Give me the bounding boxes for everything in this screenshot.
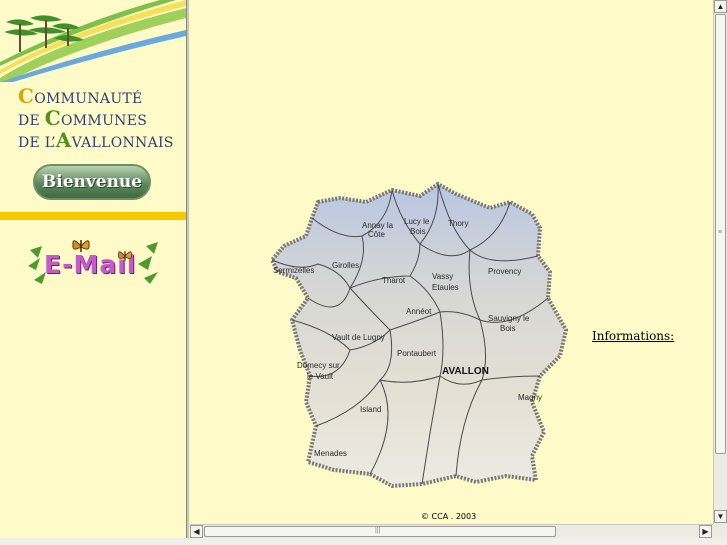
map-label-island: Island [360, 405, 381, 414]
arrow-up-icon[interactable]: ▲ [714, 0, 727, 13]
arrow-down-icon[interactable]: ▼ [714, 510, 727, 523]
sidebar: COMMUNAUTÉ DE COMMUNES DE L’AVALLONNAIS … [0, 0, 186, 545]
map-label-sauvigny-2: Bois [500, 324, 516, 333]
map-label-vault: Vault de Lugny [332, 333, 385, 342]
map-label-tharot: Tharot [382, 276, 406, 285]
map-label-vassy-2: Etaules [432, 283, 459, 292]
brand-line-1: COMMUNAUTÉ [18, 84, 143, 108]
trees-logo [0, 0, 186, 82]
map-label-thory: Thory [448, 219, 468, 228]
map-label-vassy: Vassy [432, 272, 453, 281]
map-label-pontaubert: Pontaubert [397, 349, 437, 358]
communes-map[interactable]: Annay la Côte Lucy le Bois Thory Sermize… [270, 180, 585, 495]
main-frame: Annay la Côte Lucy le Bois Thory Sermize… [190, 0, 713, 524]
butterfly-icon [118, 251, 132, 261]
informations-link[interactable]: Informations: [592, 329, 674, 343]
arrow-right-icon[interactable]: ▶ [699, 525, 712, 538]
map-label-magny: Magny [518, 393, 542, 402]
vertical-scrollbar[interactable]: ▲ ≡ ▼ [713, 0, 727, 524]
brand-line-2: DE COMMUNES [18, 106, 148, 130]
map-label-annay-2: Côte [368, 230, 385, 239]
scrollbar-corner [713, 524, 727, 538]
map-label-annay: Annay la [362, 221, 394, 230]
butterfly-icon [72, 240, 90, 252]
map-label-avallon: AVALLON [442, 366, 489, 377]
horizontal-scrollbar[interactable]: ◀ ||| ▶ [190, 524, 713, 538]
map-label-annect: Annéot [406, 307, 432, 316]
map-label-menades: Menades [314, 449, 347, 458]
copyright-text: © CCA . 2003 [421, 512, 477, 521]
map-label-domecy-2: le Vault [307, 372, 334, 381]
map-label-girolles: Girolles [332, 261, 359, 270]
arrow-left-icon[interactable]: ◀ [190, 525, 203, 538]
horizontal-scroll-thumb[interactable]: ||| [204, 526, 556, 537]
map-label-sermizelles: Sermizelles [273, 266, 314, 275]
map-label-lucy: Lucy le [404, 217, 430, 226]
divider-band [0, 212, 186, 220]
vertical-scroll-thumb[interactable]: ≡ [715, 14, 726, 454]
map-label-sauvigny: Sauvigny le [488, 314, 530, 323]
map-label-provency: Provency [488, 267, 521, 276]
welcome-button[interactable]: Bienvenue [33, 164, 151, 200]
map-label-lucy-2: Bois [410, 227, 426, 236]
window-bottom-edge [0, 538, 727, 545]
brand-line-3: DE L’AVALLONNAIS [18, 128, 174, 152]
map-label-domecy: Domecy sur [297, 361, 340, 370]
